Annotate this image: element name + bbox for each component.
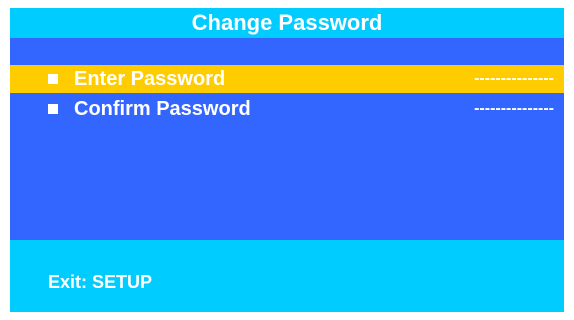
password-field-value: ---------------	[474, 100, 554, 117]
footer-bar: Exit: SETUP	[10, 240, 564, 312]
title-bar: Change Password	[10, 8, 564, 38]
osd-screen: Change Password Enter Password ---------…	[10, 8, 564, 312]
menu-item-enter-password[interactable]: Enter Password ---------------	[10, 65, 564, 93]
password-field-value: ---------------	[474, 70, 554, 87]
square-bullet-icon	[48, 104, 58, 114]
menu-item-label: Enter Password	[74, 67, 226, 90]
menu-panel: Enter Password --------------- Confirm P…	[10, 38, 564, 240]
exit-hint: Exit: SETUP	[48, 272, 153, 292]
square-bullet-icon	[48, 74, 58, 84]
menu-item-label: Confirm Password	[74, 97, 251, 120]
page-title: Change Password	[191, 10, 383, 35]
menu-item-confirm-password[interactable]: Confirm Password ---------------	[10, 95, 564, 123]
